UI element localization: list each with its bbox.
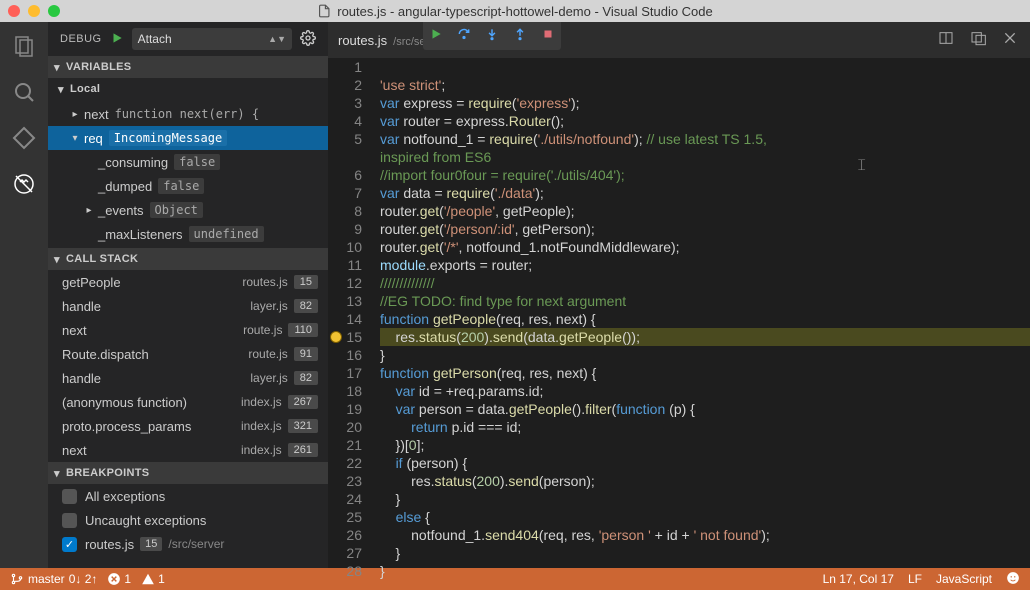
- editor-area: routes.js /src/se 1234567891011121314151…: [328, 22, 1030, 568]
- more-icon[interactable]: [970, 30, 986, 51]
- git-branch[interactable]: master 0↓ 2↑: [10, 572, 97, 586]
- code-editor[interactable]: 1234567891011121314151617181920212223242…: [328, 58, 1030, 568]
- variable-row[interactable]: ▸nextfunction next(err) {: [48, 102, 328, 126]
- step-out-button[interactable]: [513, 27, 527, 46]
- continue-button[interactable]: [429, 27, 443, 46]
- bp-all-exceptions[interactable]: All exceptions: [48, 484, 328, 508]
- errors-badge[interactable]: 1: [107, 572, 131, 586]
- debug-config-select[interactable]: Attach▲▼: [132, 28, 292, 50]
- callstack-frame[interactable]: nextindex.js261: [48, 438, 328, 462]
- checkbox-icon[interactable]: [62, 489, 77, 504]
- variable-row[interactable]: _consumingfalse: [48, 150, 328, 174]
- variables-section-header[interactable]: ▾VARIABLES: [48, 56, 328, 78]
- debug-icon[interactable]: [10, 170, 38, 198]
- start-debug-button[interactable]: [110, 31, 124, 48]
- step-over-button[interactable]: [457, 27, 471, 46]
- variable-row[interactable]: _dumpedfalse: [48, 174, 328, 198]
- window-title: routes.js - angular-typescript-hottowel-…: [337, 4, 713, 19]
- callstack-frame[interactable]: handlelayer.js82: [48, 366, 328, 390]
- tab-bar: routes.js /src/se: [328, 22, 1030, 58]
- breakpoints-section-header[interactable]: ▾BREAKPOINTS: [48, 462, 328, 484]
- text-cursor-icon: 𝙸: [856, 157, 867, 175]
- explorer-icon[interactable]: [10, 32, 38, 60]
- activity-bar: [0, 22, 48, 568]
- checkbox-icon[interactable]: [62, 513, 77, 528]
- file-icon: [317, 4, 331, 18]
- variable-row[interactable]: ▸_eventsObject: [48, 198, 328, 222]
- close-window[interactable]: [8, 5, 20, 17]
- callstack-frame[interactable]: handlelayer.js82: [48, 294, 328, 318]
- search-icon[interactable]: [10, 78, 38, 106]
- close-icon[interactable]: [1002, 30, 1018, 51]
- window-titlebar: routes.js - angular-typescript-hottowel-…: [0, 0, 1030, 22]
- callstack-frame[interactable]: getPeopleroutes.js15: [48, 270, 328, 294]
- source-control-icon[interactable]: [10, 124, 38, 152]
- minimize-window[interactable]: [28, 5, 40, 17]
- callstack-frame[interactable]: Route.dispatchroute.js91: [48, 342, 328, 366]
- bp-file-entry[interactable]: ✓routes.js15/src/server: [48, 532, 328, 556]
- bp-uncaught-exceptions[interactable]: Uncaught exceptions: [48, 508, 328, 532]
- callstack-frame[interactable]: nextroute.js110: [48, 318, 328, 342]
- local-scope-header[interactable]: ▾Local: [48, 78, 328, 100]
- debug-sidebar: DEBUG Attach▲▼ ▾VARIABLES ▾Local ▸nextfu…: [48, 22, 328, 568]
- variable-row[interactable]: _maxListenersundefined: [48, 222, 328, 246]
- checkbox-icon[interactable]: ✓: [62, 537, 77, 552]
- debug-toolbar: [423, 22, 561, 50]
- callstack-section-header[interactable]: ▾CALL STACK: [48, 248, 328, 270]
- warnings-badge[interactable]: 1: [141, 572, 165, 586]
- variable-row[interactable]: ▾reqIncomingMessage: [48, 126, 328, 150]
- gear-icon[interactable]: [300, 30, 316, 49]
- callstack-frame[interactable]: (anonymous function)index.js267: [48, 390, 328, 414]
- stop-button[interactable]: [541, 27, 555, 46]
- maximize-window[interactable]: [48, 5, 60, 17]
- editor-tab[interactable]: routes.js /src/se: [338, 33, 426, 48]
- debug-label: DEBUG: [60, 33, 102, 45]
- callstack-frame[interactable]: proto.process_paramsindex.js321: [48, 414, 328, 438]
- step-into-button[interactable]: [485, 27, 499, 46]
- split-editor-icon[interactable]: [938, 30, 954, 51]
